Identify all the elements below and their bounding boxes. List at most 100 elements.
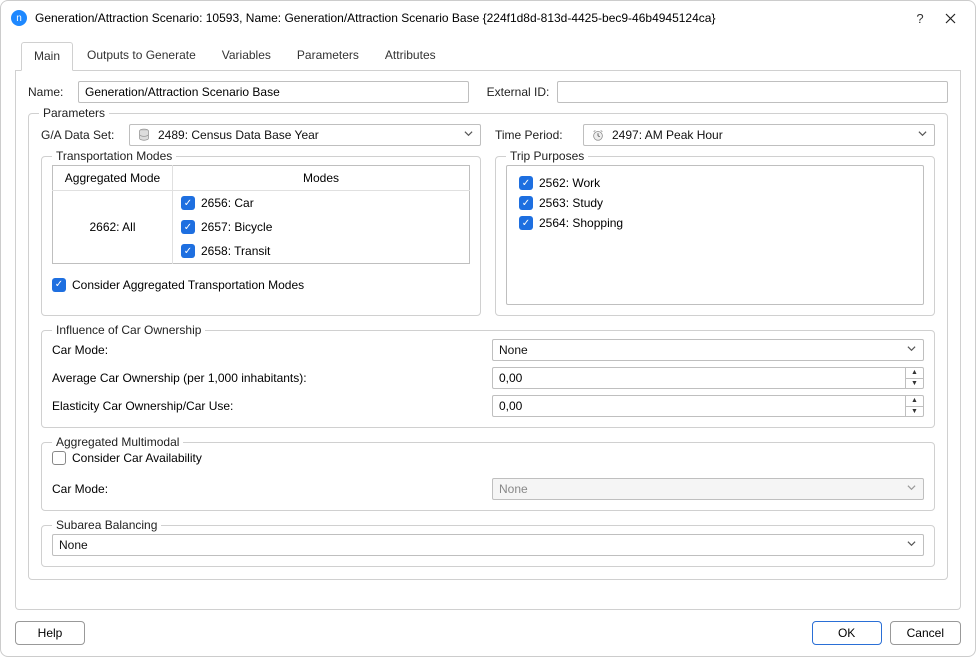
tab-parameters[interactable]: Parameters <box>285 42 371 71</box>
consider-car-availability-checkbox[interactable]: Consider Car Availability <box>52 451 202 465</box>
spinner-up-icon[interactable]: ▲ <box>906 368 923 379</box>
elasticity-label: Elasticity Car Ownership/Car Use: <box>52 399 492 413</box>
chevron-down-icon <box>904 483 919 495</box>
aggregated-multimodal-legend: Aggregated Multimodal <box>52 435 183 449</box>
car-mode-value: None <box>499 343 898 357</box>
trip-purposes-group: Trip Purposes ✓ 2562: Work ✓ 2563: Study <box>495 156 935 316</box>
car-mode-row: Car Mode: None <box>52 339 924 361</box>
parameters-group: Parameters G/A Data Set: 2489: Census Da… <box>28 113 948 580</box>
aggregated-mode-cell: 2662: All <box>53 191 173 264</box>
help-icon[interactable]: ? <box>905 3 935 33</box>
aggregated-multimodal-group: Aggregated Multimodal Consider Car Avail… <box>41 442 935 511</box>
main-panel: Name: External ID: Parameters G/A Data S… <box>15 71 961 610</box>
agg-car-mode-row: Car Mode: None <box>52 478 924 500</box>
mode-checkbox-transit[interactable]: ✓ 2658: Transit <box>181 244 461 258</box>
external-id-input[interactable] <box>557 81 948 103</box>
check-icon: ✓ <box>181 196 195 210</box>
spinner-buttons[interactable]: ▲▼ <box>905 396 923 416</box>
agg-car-mode-label: Car Mode: <box>52 482 492 496</box>
name-row: Name: External ID: <box>28 81 948 103</box>
avg-ownership-row: Average Car Ownership (per 1,000 inhabit… <box>52 367 924 389</box>
spinner-down-icon[interactable]: ▼ <box>906 379 923 389</box>
mode-checkbox-car[interactable]: ✓ 2656: Car <box>181 196 461 210</box>
check-icon: ✓ <box>181 220 195 234</box>
subarea-balancing-legend: Subarea Balancing <box>52 518 161 532</box>
mode-label: 2658: Transit <box>201 244 270 258</box>
dataset-label: G/A Data Set: <box>41 128 121 142</box>
content-area: Main Outputs to Generate Variables Param… <box>1 35 975 610</box>
consider-aggregated-checkbox[interactable]: ✓ Consider Aggregated Transportation Mod… <box>52 278 304 292</box>
dataset-select[interactable]: 2489: Census Data Base Year <box>129 124 481 146</box>
agg-car-mode-select: None <box>492 478 924 500</box>
mode-label: 2657: Bicycle <box>201 220 272 234</box>
consider-car-availability-label: Consider Car Availability <box>72 451 202 465</box>
spinner-down-icon[interactable]: ▼ <box>906 407 923 417</box>
subarea-value: None <box>59 538 898 552</box>
table-header-modes: Modes <box>173 166 470 191</box>
avg-ownership-spinner[interactable]: ▲▼ <box>492 367 924 389</box>
name-label: Name: <box>28 85 70 99</box>
timeperiod-select[interactable]: 2497: AM Peak Hour <box>583 124 935 146</box>
dataset-row: G/A Data Set: 2489: Census Data Base Yea… <box>41 124 935 146</box>
trip-checkbox-shopping[interactable]: ✓ 2564: Shopping <box>519 216 911 230</box>
transportation-modes-legend: Transportation Modes <box>52 149 176 163</box>
check-icon: ✓ <box>519 196 533 210</box>
car-mode-select[interactable]: None <box>492 339 924 361</box>
elasticity-input[interactable] <box>493 396 905 416</box>
avg-ownership-label: Average Car Ownership (per 1,000 inhabit… <box>52 371 492 385</box>
trip-label: 2564: Shopping <box>539 216 623 230</box>
mode-label: 2656: Car <box>201 196 254 210</box>
parameters-legend: Parameters <box>39 106 109 120</box>
elasticity-spinner[interactable]: ▲▼ <box>492 395 924 417</box>
checkbox-icon <box>52 451 66 465</box>
ok-button[interactable]: OK <box>812 621 882 645</box>
modes-trips-row: Transportation Modes Aggregated Mode Mod… <box>41 150 935 316</box>
avg-ownership-input[interactable] <box>493 368 905 388</box>
dialog-footer: Help OK Cancel <box>1 610 975 656</box>
timeperiod-value: 2497: AM Peak Hour <box>612 128 909 142</box>
dialog-window: n Generation/Attraction Scenario: 10593,… <box>0 0 976 657</box>
app-icon: n <box>11 10 27 26</box>
car-ownership-group: Influence of Car Ownership Car Mode: Non… <box>41 330 935 428</box>
database-icon <box>136 127 152 143</box>
table-header-row: Aggregated Mode Modes <box>53 166 470 191</box>
check-icon: ✓ <box>181 244 195 258</box>
titlebar: n Generation/Attraction Scenario: 10593,… <box>1 1 975 35</box>
modes-cell: ✓ 2656: Car ✓ 2657: Bicycle <box>173 191 470 264</box>
chevron-down-icon <box>915 129 930 141</box>
spinner-up-icon[interactable]: ▲ <box>906 396 923 407</box>
check-icon: ✓ <box>52 278 66 292</box>
table-header-aggregated: Aggregated Mode <box>53 166 173 191</box>
window-title: Generation/Attraction Scenario: 10593, N… <box>35 11 905 25</box>
mode-checkbox-bicycle[interactable]: ✓ 2657: Bicycle <box>181 220 461 234</box>
trip-purposes-legend: Trip Purposes <box>506 149 588 163</box>
modes-table: Aggregated Mode Modes 2662: All <box>52 165 470 264</box>
external-id-label: External ID: <box>487 85 550 99</box>
tab-outputs[interactable]: Outputs to Generate <box>75 42 208 71</box>
tab-attributes[interactable]: Attributes <box>373 42 448 71</box>
tab-bar: Main Outputs to Generate Variables Param… <box>15 41 961 71</box>
help-button[interactable]: Help <box>15 621 85 645</box>
subarea-balancing-group: Subarea Balancing None <box>41 525 935 567</box>
tab-main[interactable]: Main <box>21 42 73 71</box>
cancel-button[interactable]: Cancel <box>890 621 961 645</box>
trip-label: 2562: Work <box>539 176 600 190</box>
chevron-down-icon <box>461 129 476 141</box>
check-icon: ✓ <box>519 176 533 190</box>
spinner-buttons[interactable]: ▲▼ <box>905 368 923 388</box>
clock-icon <box>590 127 606 143</box>
chevron-down-icon <box>904 344 919 356</box>
trip-checkbox-study[interactable]: ✓ 2563: Study <box>519 196 911 210</box>
agg-car-mode-value: None <box>499 482 898 496</box>
trip-label: 2563: Study <box>539 196 603 210</box>
name-input[interactable] <box>78 81 469 103</box>
close-icon[interactable] <box>935 3 965 33</box>
subarea-select[interactable]: None <box>52 534 924 556</box>
transportation-modes-group: Transportation Modes Aggregated Mode Mod… <box>41 156 481 316</box>
consider-aggregated-label: Consider Aggregated Transportation Modes <box>72 278 304 292</box>
trip-checkbox-work[interactable]: ✓ 2562: Work <box>519 176 911 190</box>
tab-variables[interactable]: Variables <box>210 42 283 71</box>
chevron-down-icon <box>904 539 919 551</box>
trip-purposes-list[interactable]: ✓ 2562: Work ✓ 2563: Study ✓ 2564: Shopp… <box>506 165 924 305</box>
timeperiod-label: Time Period: <box>495 128 575 142</box>
